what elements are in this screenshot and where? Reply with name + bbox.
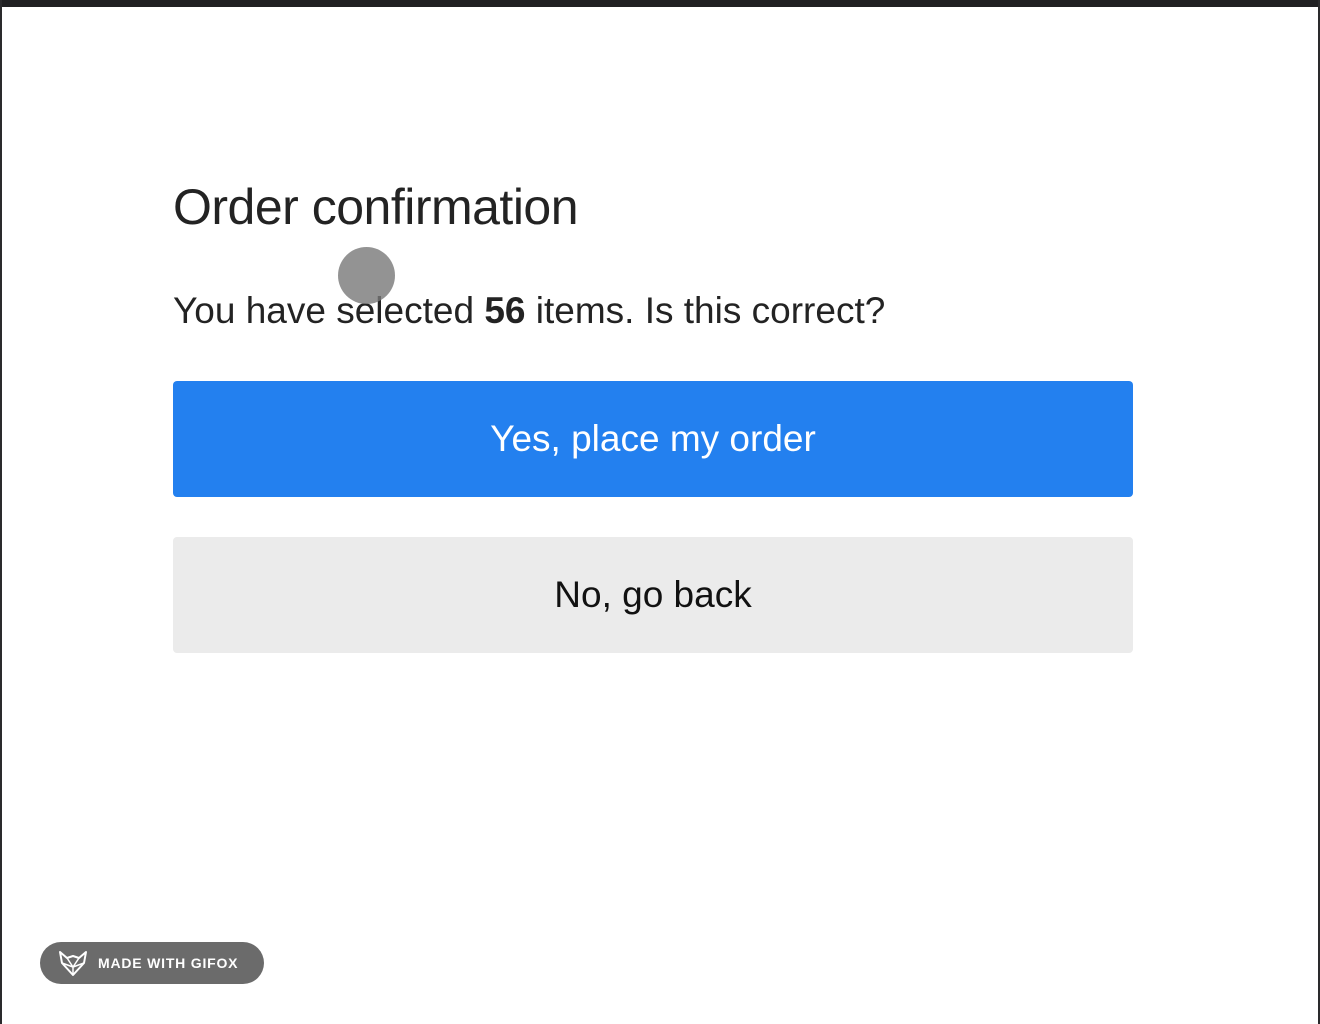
place-order-button-label: Yes, place my order [490,418,816,459]
question-prefix: You have selected [173,290,485,331]
go-back-button[interactable]: No, go back [173,537,1133,653]
page-title: Order confirmation [173,179,579,235]
gifox-watermark: MADE WITH GIFOX [40,942,264,984]
go-back-button-label: No, go back [554,574,752,615]
window-left-border [0,0,2,1024]
watermark-text: MADE WITH GIFOX [98,955,239,971]
question-suffix: items. Is this correct? [525,290,886,331]
mouse-cursor-indicator [338,247,395,304]
window-top-border [0,0,1320,7]
confirmation-question: You have selected 56 items. Is this corr… [173,290,885,332]
item-count: 56 [484,290,526,331]
fox-icon [58,949,88,977]
place-order-button[interactable]: Yes, place my order [173,381,1133,497]
